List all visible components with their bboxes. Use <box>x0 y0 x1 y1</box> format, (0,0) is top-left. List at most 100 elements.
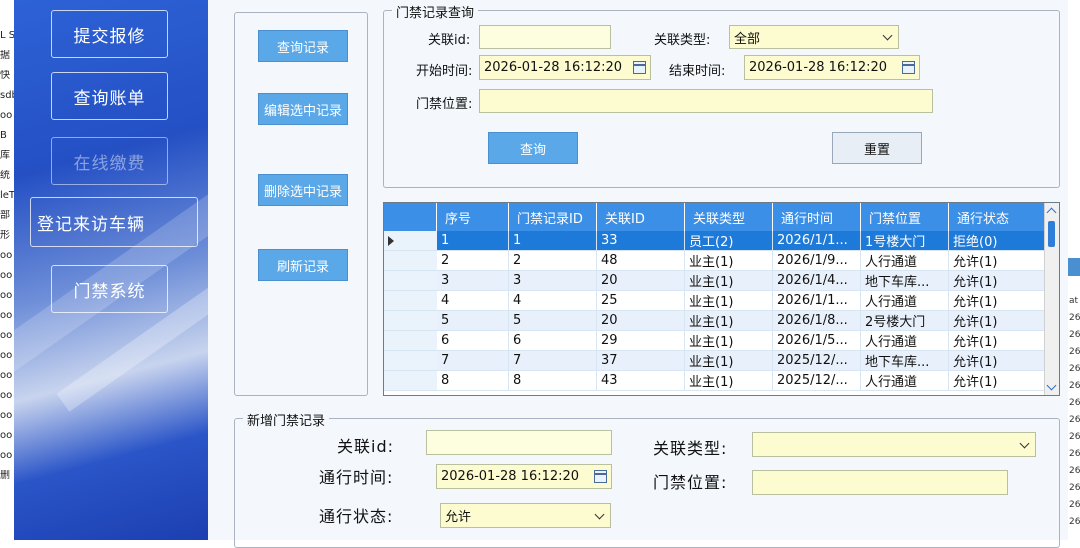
add-location-input[interactable] <box>752 470 1008 495</box>
row-header[interactable] <box>384 311 437 331</box>
table-cell[interactable]: 1号楼大门 <box>861 231 949 251</box>
table-cell[interactable]: 地下车库... <box>861 271 949 291</box>
sidebar-button-payment[interactable]: 在线缴费 <box>51 137 168 185</box>
table-cell[interactable]: 8 <box>437 371 509 391</box>
table-cell[interactable]: 2026/1/8... <box>773 311 861 331</box>
search-start-picker[interactable]: 2026-01-28 16:12:20 <box>479 55 651 80</box>
search-reset-button[interactable]: 重置 <box>832 132 922 164</box>
table-cell[interactable]: 2025/12/... <box>773 351 861 371</box>
add-time-picker[interactable]: 2026-01-28 16:12:20 <box>436 464 612 489</box>
table-cell[interactable]: 7 <box>437 351 509 371</box>
table-cell[interactable]: 43 <box>597 371 685 391</box>
edit-selected-button[interactable]: 编辑选中记录 <box>258 93 348 125</box>
sidebar-button-visitor-vehicle[interactable]: 登记来访车辆 <box>30 197 198 247</box>
calendar-icon[interactable] <box>633 60 646 74</box>
records-table[interactable]: 序号 门禁记录ID 关联ID 关联类型 通行时间 门禁位置 通行状态 1 1 33 员… <box>383 202 1060 396</box>
table-cell[interactable]: 2026/1/1... <box>773 231 861 251</box>
table-cell[interactable]: 8 <box>509 371 597 391</box>
table-cell[interactable]: 2号楼大门 <box>861 311 949 331</box>
search-type-select[interactable]: 全部 <box>729 25 899 49</box>
table-cell[interactable]: 37 <box>597 351 685 371</box>
table-header[interactable]: 门禁记录ID <box>509 203 597 231</box>
table-cell[interactable]: 7 <box>509 351 597 371</box>
table-cell[interactable]: 人行通道 <box>861 291 949 311</box>
sidebar-button-repair[interactable]: 提交报修 <box>51 10 168 58</box>
table-cell[interactable]: 人行通道 <box>861 331 949 351</box>
table-cell[interactable]: 人行通道 <box>861 371 949 391</box>
table-cell[interactable]: 业主(1) <box>685 351 773 371</box>
table-cell[interactable]: 2026/1/5... <box>773 331 861 351</box>
table-cell[interactable]: 业主(1) <box>685 271 773 291</box>
table-header[interactable]: 序号 <box>437 203 509 231</box>
table-cell[interactable]: 2026/1/9... <box>773 251 861 271</box>
add-id-input[interactable] <box>426 430 612 455</box>
table-cell[interactable]: 2 <box>509 251 597 271</box>
table-cell[interactable]: 33 <box>597 231 685 251</box>
table-cell[interactable]: 2026/1/4... <box>773 271 861 291</box>
sidebar-button-access[interactable]: 门禁系统 <box>51 265 168 313</box>
scroll-up-icon[interactable] <box>1046 207 1057 218</box>
table-cell[interactable]: 5 <box>437 311 509 331</box>
table-cell[interactable]: 20 <box>597 271 685 291</box>
refresh-records-button[interactable]: 刷新记录 <box>258 249 348 281</box>
table-cell[interactable]: 1 <box>437 231 509 251</box>
table-cell[interactable]: 业主(1) <box>685 311 773 331</box>
table-cell[interactable]: 4 <box>509 291 597 311</box>
calendar-icon[interactable] <box>902 60 915 74</box>
table-cell[interactable]: 员工(2) <box>685 231 773 251</box>
delete-selected-button[interactable]: 删除选中记录 <box>258 174 348 206</box>
table-cell[interactable]: 允许(1) <box>949 371 1046 391</box>
table-cell[interactable]: 业主(1) <box>685 291 773 311</box>
table-scrollbar[interactable] <box>1044 203 1059 395</box>
table-cell[interactable]: 允许(1) <box>949 311 1046 331</box>
table-header[interactable]: 关联类型 <box>685 203 773 231</box>
row-header[interactable] <box>384 271 437 291</box>
table-cell[interactable]: 5 <box>509 311 597 331</box>
table-cell[interactable]: 20 <box>597 311 685 331</box>
add-status-select[interactable]: 允许 <box>440 503 611 528</box>
query-records-button[interactable]: 查询记录 <box>258 30 348 62</box>
table-cell[interactable]: 允许(1) <box>949 291 1046 311</box>
table-header[interactable]: 通行状态 <box>949 203 1046 231</box>
table-cell[interactable]: 允许(1) <box>949 331 1046 351</box>
table-cell[interactable]: 业主(1) <box>685 251 773 271</box>
table-header[interactable]: 通行时间 <box>773 203 861 231</box>
table-cell[interactable]: 3 <box>437 271 509 291</box>
table-cell[interactable]: 允许(1) <box>949 251 1046 271</box>
row-header[interactable] <box>384 291 437 311</box>
table-cell[interactable]: 2026/1/1... <box>773 291 861 311</box>
row-header[interactable] <box>384 331 437 351</box>
table-cell[interactable]: 2025/12/... <box>773 371 861 391</box>
calendar-icon[interactable] <box>594 469 607 483</box>
table-header[interactable]: 门禁位置 <box>861 203 949 231</box>
table-cell[interactable]: 3 <box>509 271 597 291</box>
search-query-button[interactable]: 查询 <box>488 132 578 164</box>
sidebar-button-bill[interactable]: 查询账单 <box>51 72 168 120</box>
table-cell[interactable]: 48 <box>597 251 685 271</box>
table-cell[interactable]: 6 <box>437 331 509 351</box>
search-location-input[interactable] <box>479 89 933 113</box>
row-header[interactable] <box>384 231 437 251</box>
row-header[interactable] <box>384 371 437 391</box>
table-cell[interactable]: 人行通道 <box>861 251 949 271</box>
row-header[interactable] <box>384 351 437 371</box>
table-cell[interactable]: 允许(1) <box>949 271 1046 291</box>
table-cell[interactable]: 允许(1) <box>949 351 1046 371</box>
table-cell[interactable]: 4 <box>437 291 509 311</box>
table-cell[interactable]: 2 <box>437 251 509 271</box>
search-end-picker[interactable]: 2026-01-28 16:12:20 <box>744 55 920 80</box>
table-cell[interactable]: 拒绝(0) <box>949 231 1046 251</box>
scrollbar-thumb[interactable] <box>1048 221 1055 247</box>
table-cell[interactable]: 地下车库... <box>861 351 949 371</box>
table-header[interactable]: 关联ID <box>597 203 685 231</box>
row-header[interactable] <box>384 251 437 271</box>
search-id-input[interactable] <box>479 25 611 49</box>
add-type-select[interactable] <box>752 432 1036 457</box>
table-cell[interactable]: 6 <box>509 331 597 351</box>
table-cell[interactable]: 29 <box>597 331 685 351</box>
table-cell[interactable]: 业主(1) <box>685 371 773 391</box>
table-cell[interactable]: 25 <box>597 291 685 311</box>
table-cell[interactable]: 业主(1) <box>685 331 773 351</box>
table-cell[interactable]: 1 <box>509 231 597 251</box>
scroll-down-icon[interactable] <box>1046 380 1057 391</box>
